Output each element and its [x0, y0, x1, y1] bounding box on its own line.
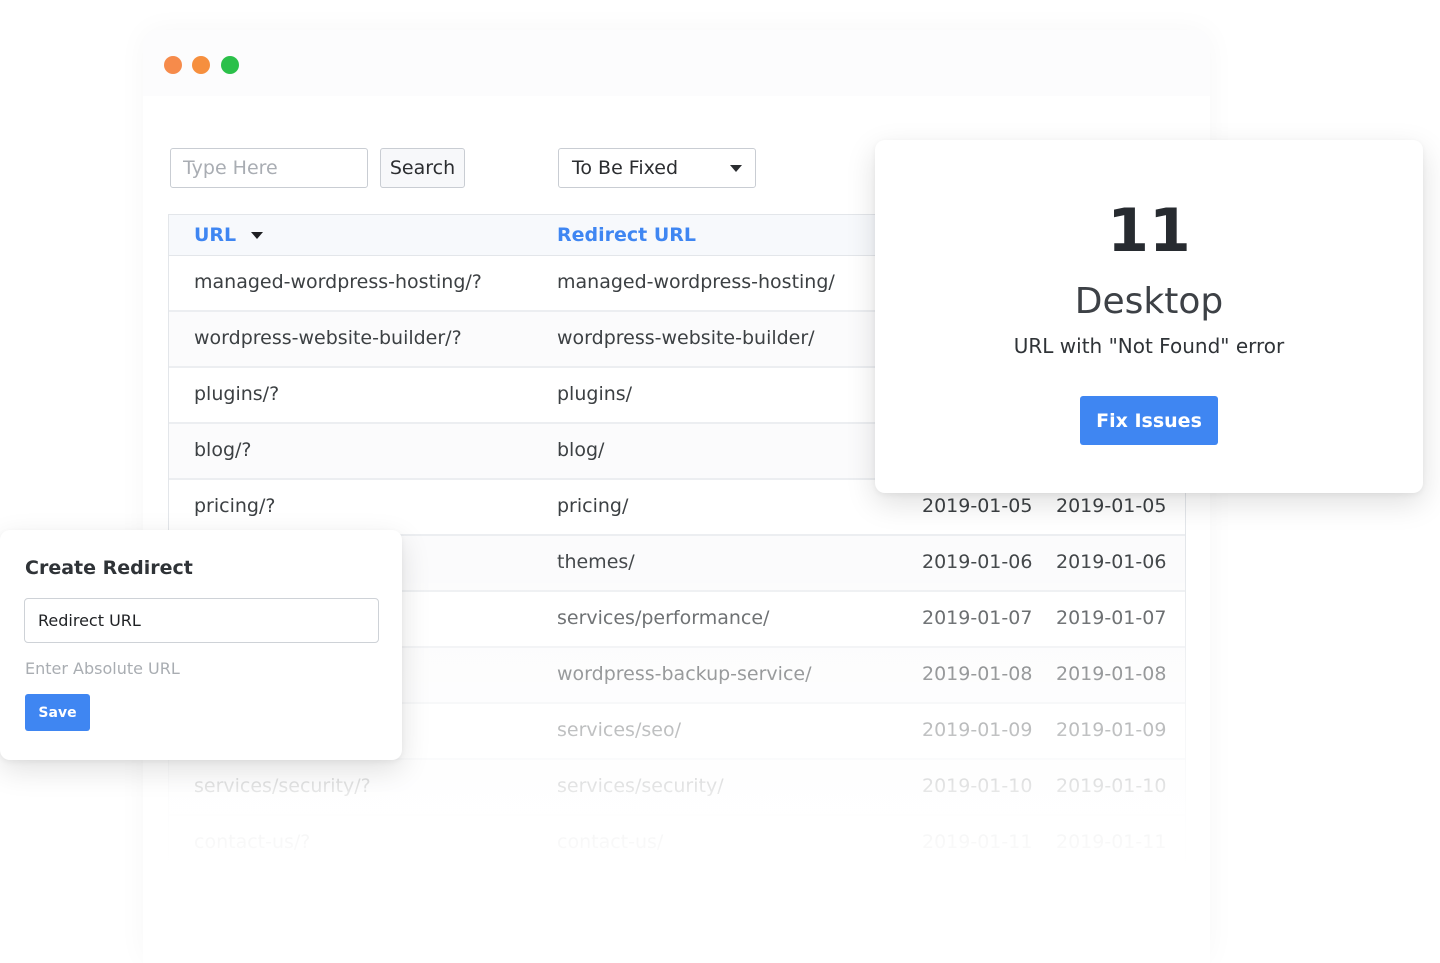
date-cell: 2019-01-06 — [922, 551, 1033, 573]
date-cell: 2019-01-09 — [1056, 719, 1167, 741]
url-cell: wordpress-website-builder/? — [194, 327, 462, 349]
redirect-url-cell: contact-us/ — [557, 831, 664, 853]
redirect-url-cell: services/security/ — [557, 775, 724, 797]
search-button[interactable]: Search — [380, 148, 465, 188]
date-cell: 2019-01-05 — [922, 495, 1033, 517]
date-cell: 2019-01-06 — [1056, 551, 1167, 573]
window-title-bar — [143, 30, 1210, 96]
table-row[interactable]: contact-us/? contact-us/2019-01-11 2019-01… — [169, 816, 1185, 872]
redirect-url-cell: wordpress-backup-service/ — [557, 663, 812, 685]
redirect-url-input[interactable]: Redirect URL — [24, 598, 379, 643]
column-header-redirect-url[interactable]: Redirect URL — [557, 224, 696, 246]
search-input[interactable] — [170, 148, 368, 188]
url-cell: pricing/? — [194, 495, 276, 517]
fix-issues-button[interactable]: Fix Issues — [1080, 396, 1218, 445]
url-cell: plugins/? — [194, 383, 280, 405]
issue-description: URL with "Not Found" error — [1013, 334, 1285, 358]
date-cell: 2019-01-08 — [922, 663, 1033, 685]
url-cell: managed-wordpress-hosting/? — [194, 271, 482, 293]
redirect-url-cell: services/performance/ — [557, 607, 770, 629]
close-window-dot[interactable] — [164, 56, 182, 74]
date-cell: 2019-01-10 — [1056, 775, 1167, 797]
maximize-window-dot[interactable] — [221, 56, 239, 74]
date-cell: 2019-01-07 — [922, 607, 1033, 629]
url-cell: contact-us/? — [194, 831, 311, 853]
redirect-url-hint: Enter Absolute URL — [25, 659, 180, 678]
url-cell: services/security/? — [194, 775, 371, 797]
chevron-down-icon — [730, 164, 742, 172]
status-filter-select[interactable]: To Be Fixed — [558, 148, 756, 188]
date-cell: 2019-01-05 — [1056, 495, 1167, 517]
panel-title: Create Redirect — [25, 557, 193, 579]
redirect-url-cell: blog/ — [557, 439, 605, 461]
date-cell: 2019-01-09 — [922, 719, 1033, 741]
device-title: Desktop — [1074, 281, 1224, 322]
redirect-url-cell: wordpress-website-builder/ — [557, 327, 815, 349]
create-redirect-panel: Create Redirect Redirect URL Enter Absol… — [0, 530, 402, 760]
save-button[interactable]: Save — [25, 694, 90, 731]
date-cell: 2019-01-11 — [1056, 831, 1167, 853]
date-cell: 2019-01-08 — [1056, 663, 1167, 685]
url-cell: blog/? — [194, 439, 252, 461]
redirect-url-cell: plugins/ — [557, 383, 633, 405]
redirect-url-cell: managed-wordpress-hosting/ — [557, 271, 835, 293]
date-cell: 2019-01-07 — [1056, 607, 1167, 629]
status-filter-value: To Be Fixed — [572, 157, 679, 179]
minimize-window-dot[interactable] — [192, 56, 210, 74]
table-row[interactable]: services/security/? services/security/201… — [169, 760, 1185, 816]
date-cell: 2019-01-11 — [922, 831, 1033, 853]
redirect-url-cell: services/seo/ — [557, 719, 681, 741]
not-found-summary-card: 11 Desktop URL with "Not Found" error Fi… — [875, 140, 1423, 493]
sort-down-icon[interactable] — [251, 231, 264, 239]
column-header-url[interactable]: URL — [194, 224, 264, 246]
date-cell: 2019-01-10 — [922, 775, 1033, 797]
issue-count: 11 — [1107, 196, 1191, 266]
redirect-url-cell: themes/ — [557, 551, 635, 573]
redirect-url-cell: pricing/ — [557, 495, 629, 517]
